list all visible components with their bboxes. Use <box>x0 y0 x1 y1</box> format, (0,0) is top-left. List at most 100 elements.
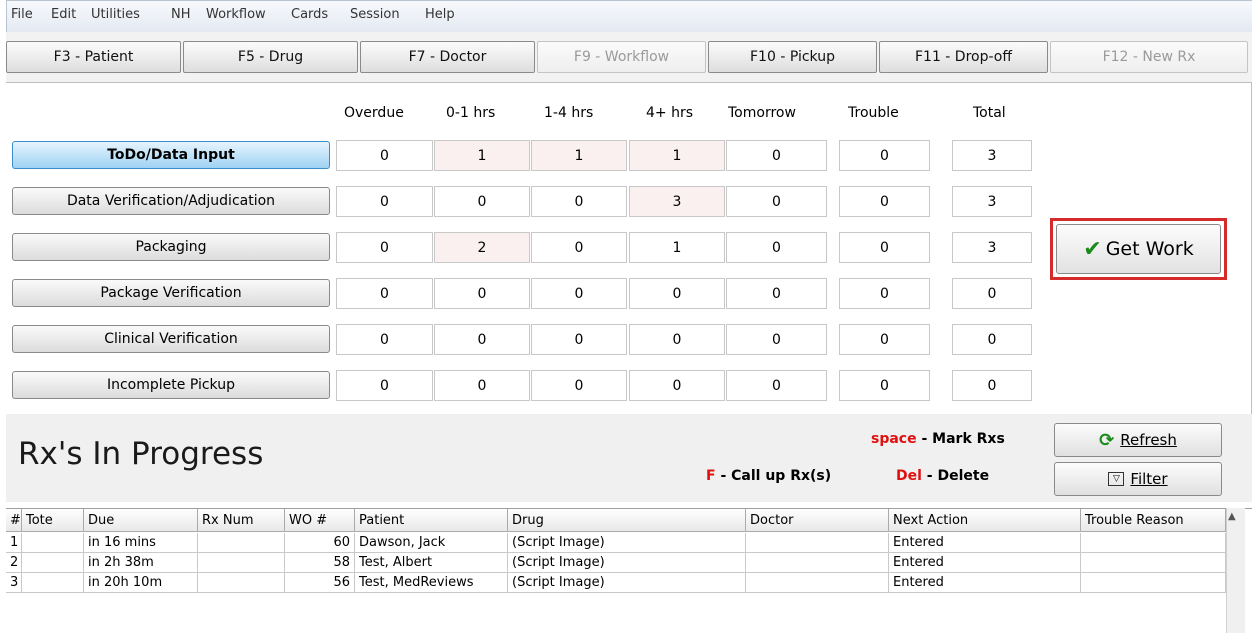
todo-data-input-overdue-count: 0 <box>336 140 433 171</box>
menu-edit[interactable]: Edit <box>51 7 76 22</box>
refresh-label: Refresh <box>1120 431 1177 449</box>
f5-drug-button[interactable]: F5 - Drug <box>183 41 358 73</box>
column-header-rx-num[interactable]: Rx Num <box>198 509 285 532</box>
col-4-plus-hrs: 4+ hrs <box>646 105 694 121</box>
package-verification-button[interactable]: Package Verification <box>12 279 330 307</box>
todo-data-input-1-4-hrs-count: 1 <box>531 140 627 171</box>
table-row-3-due[interactable]: in 20h 10m <box>84 573 198 593</box>
todo-data-input-4plus-hrs-count: 1 <box>629 140 725 171</box>
table-row-2-wo-num[interactable]: 58 <box>285 553 355 573</box>
vertical-scrollbar[interactable] <box>1226 508 1245 633</box>
table-row-3-num[interactable]: 3 <box>6 573 22 593</box>
table-row-2-patient[interactable]: Test, Albert <box>355 553 508 573</box>
table-row-2-tote[interactable] <box>22 553 84 573</box>
table-row-1-num[interactable]: 1 <box>6 533 22 553</box>
table-row-2-due[interactable]: in 2h 38m <box>84 553 198 573</box>
table-row-1-wo-num[interactable]: 60 <box>285 533 355 553</box>
f7-doctor-button[interactable]: F7 - Doctor <box>360 41 535 73</box>
col-0-1-hrs: 0-1 hrs <box>446 105 496 121</box>
column-header-trouble-reason[interactable]: Trouble Reason <box>1081 509 1226 532</box>
checkmark-icon: ✔ <box>1083 236 1102 262</box>
f10-pickup-button[interactable]: F10 - Pickup <box>708 41 877 73</box>
packaging-button[interactable]: Packaging <box>12 233 330 261</box>
menu-file[interactable]: File <box>11 7 33 22</box>
table-row-2-rx-num[interactable] <box>198 553 285 573</box>
table-row-1-next-action[interactable]: Entered <box>889 533 1081 553</box>
column-header-drug[interactable]: Drug <box>508 509 746 532</box>
table-row-1-due[interactable]: in 16 mins <box>84 533 198 553</box>
clinical-verification-total-count: 0 <box>952 324 1032 355</box>
incomplete-pickup-overdue-count: 0 <box>336 370 433 401</box>
filter-button[interactable]: ▽ Filter <box>1054 462 1222 496</box>
table-row-3-doctor[interactable] <box>746 573 889 593</box>
hint-delete: Del - Delete <box>896 468 989 484</box>
packaging-trouble-count: 0 <box>839 232 930 263</box>
refresh-button[interactable]: ⟳ Refresh <box>1054 423 1222 457</box>
table-row-3-wo-num[interactable]: 56 <box>285 573 355 593</box>
col-trouble: Trouble <box>848 105 899 121</box>
menu-nh[interactable]: NH <box>171 7 191 22</box>
data-verification-overdue-count: 0 <box>336 186 433 217</box>
table-row-2-doctor[interactable] <box>746 553 889 573</box>
data-verification-0-1-hrs-count: 0 <box>434 186 530 217</box>
f3-patient-button[interactable]: F3 - Patient <box>6 41 181 73</box>
incomplete-pickup-tomorrow-count: 0 <box>726 370 827 401</box>
table-row-1-doctor[interactable] <box>746 533 889 553</box>
table-row-3-tote[interactable] <box>22 573 84 593</box>
incomplete-pickup-0-1-hrs-count: 0 <box>434 370 530 401</box>
clinical-verification-4plus-hrs-count: 0 <box>629 324 725 355</box>
get-work-button[interactable]: ✔ Get Work <box>1056 224 1221 274</box>
table-row-2-next-action[interactable]: Entered <box>889 553 1081 573</box>
table-row-3-drug[interactable]: (Script Image) <box>508 573 746 593</box>
table-row-3-patient[interactable]: Test, MedReviews <box>355 573 508 593</box>
incomplete-pickup-4plus-hrs-count: 0 <box>629 370 725 401</box>
todo-data-input-trouble-count: 0 <box>839 140 930 171</box>
clinical-verification-0-1-hrs-count: 0 <box>434 324 530 355</box>
clinical-verification-trouble-count: 0 <box>839 324 930 355</box>
data-verification-button[interactable]: Data Verification/Adjudication <box>12 187 330 215</box>
f11-dropoff-button[interactable]: F11 - Drop-off <box>879 41 1048 73</box>
package-verification-1-4-hrs-count: 0 <box>531 278 627 309</box>
table-row-2-trouble-reason[interactable] <box>1081 553 1226 573</box>
table-row-1-tote[interactable] <box>22 533 84 553</box>
page-title: Rx's In Progress <box>18 436 264 472</box>
col-tomorrow: Tomorrow <box>728 105 796 121</box>
table-row-3-trouble-reason[interactable] <box>1081 573 1226 593</box>
clinical-verification-button[interactable]: Clinical Verification <box>12 325 330 353</box>
column-header-num[interactable]: # <box>6 509 22 532</box>
incomplete-pickup-button[interactable]: Incomplete Pickup <box>12 371 330 399</box>
table-row-2-num[interactable]: 2 <box>6 553 22 573</box>
function-key-bar: F3 - Patient F5 - Drug F7 - Doctor F9 - … <box>6 32 1252 82</box>
clinical-verification-tomorrow-count: 0 <box>726 324 827 355</box>
menu-help[interactable]: Help <box>425 7 455 22</box>
table-row-1-rx-num[interactable] <box>198 533 285 553</box>
column-header-patient[interactable]: Patient <box>355 509 508 532</box>
todo-data-input-0-1-hrs-count: 1 <box>434 140 530 171</box>
menu-utilities[interactable]: Utilities <box>91 7 140 22</box>
table-row-1-trouble-reason[interactable] <box>1081 533 1226 553</box>
hint-call-up: F - Call up Rx(s) <box>706 468 831 484</box>
packaging-4plus-hrs-count: 1 <box>629 232 725 263</box>
menu-workflow[interactable]: Workflow <box>206 7 266 22</box>
column-header-due[interactable]: Due <box>84 509 198 532</box>
column-header-wo-num[interactable]: WO # <box>285 509 355 532</box>
column-header-next-action[interactable]: Next Action <box>889 509 1081 532</box>
column-header-doctor[interactable]: Doctor <box>746 509 889 532</box>
table-row-1-drug[interactable]: (Script Image) <box>508 533 746 553</box>
f9-workflow-button[interactable]: F9 - Workflow <box>537 41 706 73</box>
table-row-3-next-action[interactable]: Entered <box>889 573 1081 593</box>
filter-label: Filter <box>1130 470 1168 488</box>
table-row-1-patient[interactable]: Dawson, Jack <box>355 533 508 553</box>
scroll-up-icon[interactable]: ▲ <box>1228 511 1236 522</box>
hint-space-key: space <box>871 431 917 447</box>
menu-session[interactable]: Session <box>350 7 400 22</box>
table-row-3-rx-num[interactable] <box>198 573 285 593</box>
table-row-2-drug[interactable]: (Script Image) <box>508 553 746 573</box>
f12-new-rx-button[interactable]: F12 - New Rx <box>1050 41 1248 73</box>
data-verification-total-count: 3 <box>952 186 1032 217</box>
data-verification-trouble-count: 0 <box>839 186 930 217</box>
menu-cards[interactable]: Cards <box>291 7 328 22</box>
todo-data-input-total-count: 3 <box>952 140 1032 171</box>
todo-data-input-button[interactable]: ToDo/Data Input <box>12 141 330 169</box>
column-header-tote[interactable]: Tote <box>22 509 84 532</box>
